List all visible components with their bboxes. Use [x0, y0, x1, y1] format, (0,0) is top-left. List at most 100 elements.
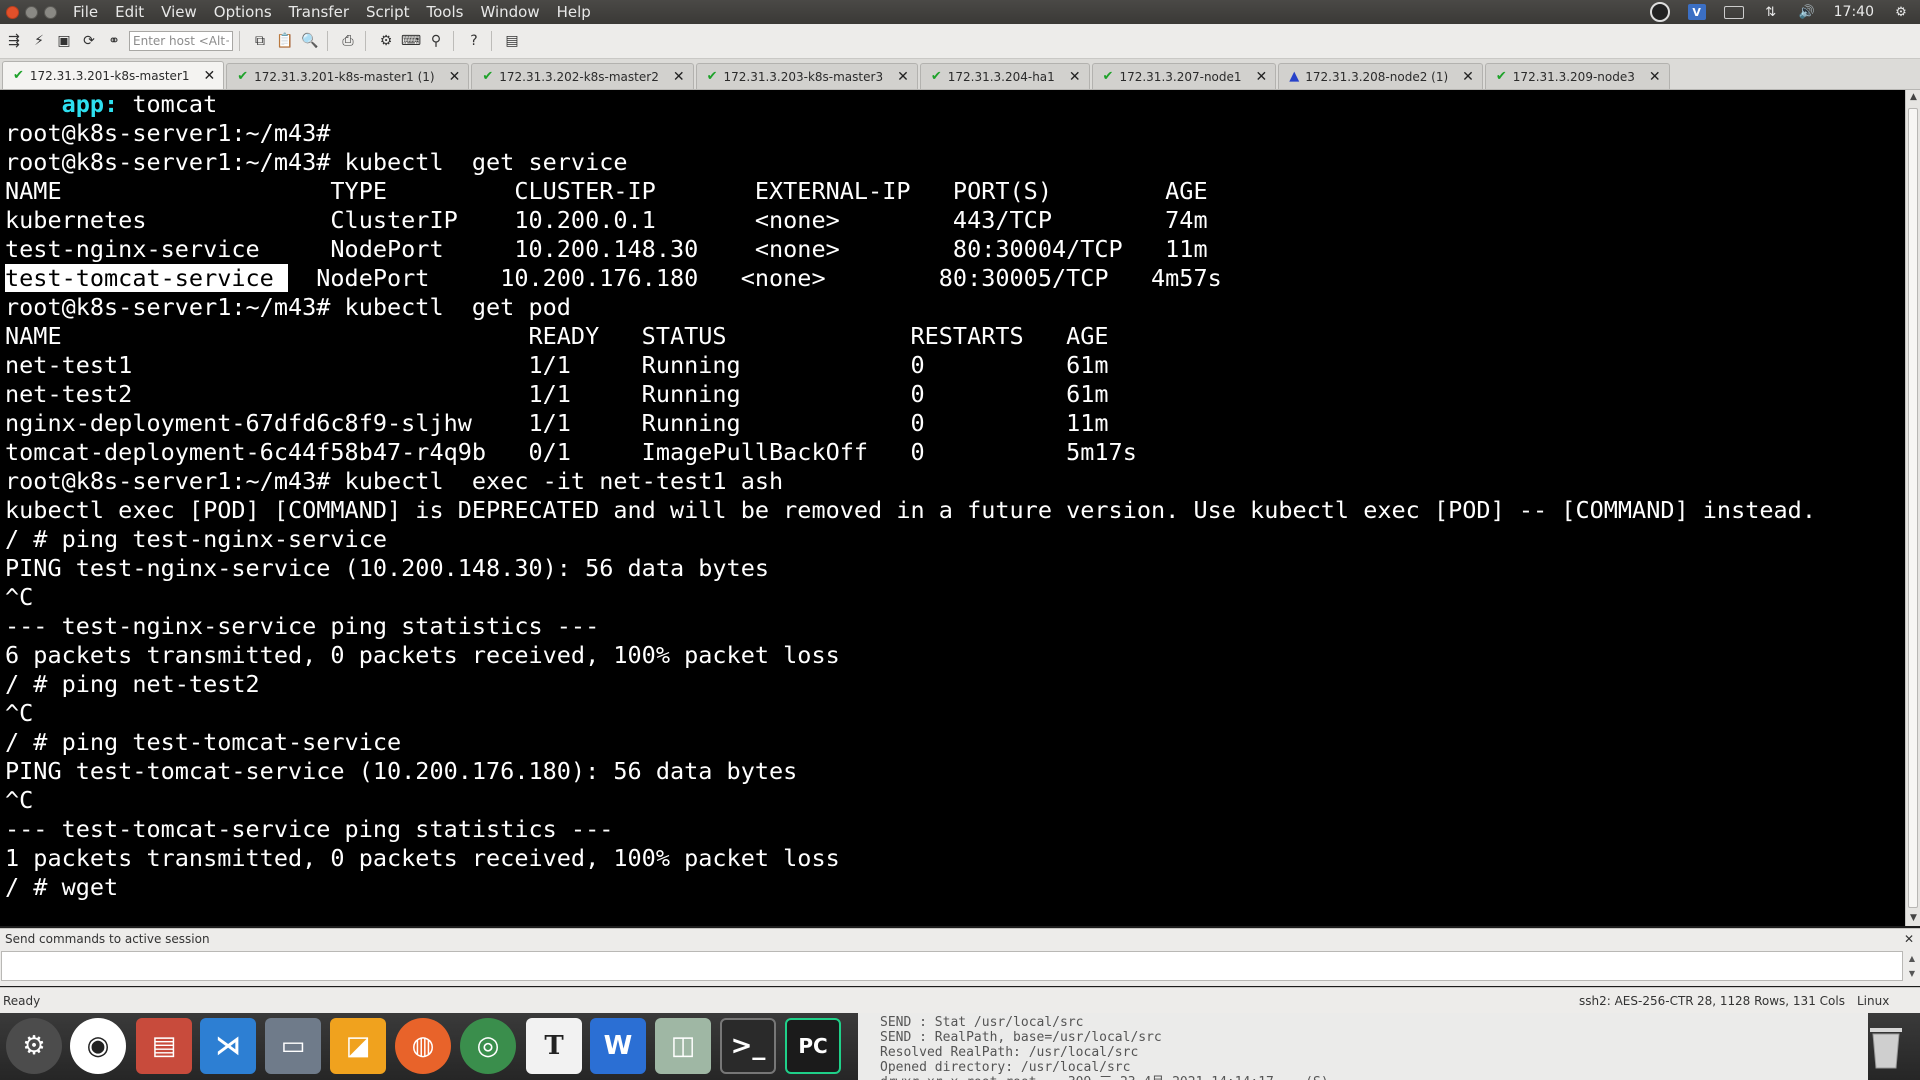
- close-window-button[interactable]: [6, 5, 19, 19]
- obs-studio-icon[interactable]: ◉: [70, 1018, 126, 1074]
- close-command-window-icon[interactable]: ✕: [1904, 929, 1914, 949]
- wps-writer-icon[interactable]: W: [590, 1018, 646, 1074]
- status-os: Linux: [1857, 994, 1890, 1008]
- session-tab[interactable]: ✔ 172.31.3.204-ha1 ✕: [919, 63, 1090, 89]
- firefox-icon[interactable]: ◍: [395, 1018, 451, 1074]
- file-transfer-icon[interactable]: ◪: [330, 1018, 386, 1074]
- keyboard-icon[interactable]: [1723, 5, 1744, 19]
- terminal-line: ^C: [5, 786, 1905, 815]
- session-options-icon[interactable]: ⚙: [375, 30, 397, 52]
- quick-connect-icon[interactable]: ⚡: [28, 30, 50, 52]
- connect-in-tab-icon[interactable]: ▣: [53, 30, 75, 52]
- toolbar-separator: [239, 31, 240, 51]
- sftp-icon[interactable]: ⚲: [425, 30, 447, 52]
- remote-desktop-icon[interactable]: ▭: [265, 1018, 321, 1074]
- session-tab[interactable]: ✔ 172.31.3.207-node1 ✕: [1091, 63, 1277, 89]
- command-scroll-arrows[interactable]: ▲ ▼: [1906, 951, 1918, 981]
- menu-options[interactable]: Options: [212, 3, 274, 21]
- menu-tools[interactable]: Tools: [425, 3, 466, 21]
- paste-icon[interactable]: 📋: [274, 30, 296, 52]
- host-input[interactable]: [129, 31, 233, 51]
- print-icon[interactable]: ⎙: [337, 30, 359, 52]
- session-tab[interactable]: ✔ 172.31.3.203-k8s-master3 ✕: [695, 63, 918, 89]
- vscode-tray-icon[interactable]: V: [1687, 4, 1706, 20]
- terminal-line-text: --- test-tomcat-service ping statistics …: [5, 815, 614, 843]
- terminal-line-text: test-nginx-service NodePort 10.200.148.3…: [5, 235, 1208, 263]
- menu-script[interactable]: Script: [364, 3, 412, 21]
- clock[interactable]: 17:40: [1834, 4, 1874, 20]
- pycharm-icon[interactable]: PC: [785, 1018, 841, 1074]
- tab-label: 172.31.3.209-node3: [1512, 69, 1635, 84]
- terminal-line: 6 packets transmitted, 0 packets receive…: [5, 641, 1905, 670]
- keymap-icon[interactable]: ⌨: [400, 30, 422, 52]
- network-icon[interactable]: ⇅: [1762, 4, 1780, 20]
- terminal-line: net-test2 1/1 Running 0 61m: [5, 380, 1905, 409]
- disconnect-icon[interactable]: ⚭: [103, 30, 125, 52]
- menu-bar: File Edit View Options Transfer Script T…: [0, 0, 1920, 24]
- terminal-line: root@k8s-server1:~/m43# kubectl get serv…: [5, 148, 1905, 177]
- terminal-line: --- test-nginx-service ping statistics -…: [5, 612, 1905, 641]
- connect-bar-icon[interactable]: ⇶: [3, 30, 25, 52]
- session-tab[interactable]: ✔ 172.31.3.201-k8s-master1 ✕: [2, 61, 225, 89]
- close-tab-icon[interactable]: ✕: [1649, 69, 1661, 85]
- session-tab[interactable]: ✔ 172.31.3.209-node3 ✕: [1484, 63, 1670, 89]
- session-tab[interactable]: ▲ 172.31.3.208-node2 (1) ✕: [1278, 63, 1483, 89]
- maximize-window-button[interactable]: [44, 5, 57, 19]
- menu-edit[interactable]: Edit: [113, 3, 146, 21]
- scroll-up-icon[interactable]: ▲: [1906, 90, 1920, 105]
- scroll-thumb[interactable]: [1908, 108, 1918, 908]
- close-tab-icon[interactable]: ✕: [897, 69, 909, 85]
- close-tab-icon[interactable]: ✕: [1256, 69, 1268, 85]
- trash-icon[interactable]: [1860, 1016, 1912, 1076]
- terminal-icon[interactable]: >_: [720, 1018, 776, 1074]
- command-input[interactable]: [1, 951, 1903, 981]
- chrome-icon[interactable]: ◎: [460, 1018, 516, 1074]
- obs-tray-icon[interactable]: [1649, 2, 1670, 22]
- system-settings-icon[interactable]: ⚙: [6, 1018, 62, 1074]
- terminal-line: NAME READY STATUS RESTARTS AGE: [5, 322, 1905, 351]
- terminal-output[interactable]: app: tomcat root@k8s-server1:~/m43# root@k…: [0, 90, 1905, 926]
- screen-icon[interactable]: ▤: [501, 30, 523, 52]
- vscode-icon[interactable]: ⋊: [200, 1018, 256, 1074]
- reconnect-icon[interactable]: ⟳: [78, 30, 100, 52]
- connected-check-icon: ✔: [1495, 69, 1507, 84]
- menu-view[interactable]: View: [159, 3, 199, 21]
- file-manager-icon[interactable]: ▤: [136, 1018, 192, 1074]
- close-tab-icon[interactable]: ✕: [449, 69, 461, 85]
- close-tab-icon[interactable]: ✕: [204, 68, 216, 84]
- terminal-line: PING test-tomcat-service (10.200.176.180…: [5, 757, 1905, 786]
- terminal-line: root@k8s-server1:~/m43# kubectl get pod: [5, 293, 1905, 322]
- close-tab-icon[interactable]: ✕: [673, 69, 685, 85]
- terminal-scrollbar[interactable]: ▲ ▼: [1905, 90, 1920, 926]
- menu-help[interactable]: Help: [555, 3, 593, 21]
- session-tab[interactable]: ✔ 172.31.3.201-k8s-master1 (1) ✕: [226, 63, 470, 89]
- help-icon[interactable]: ?: [463, 30, 485, 52]
- menu-transfer[interactable]: Transfer: [287, 3, 351, 21]
- copy-icon[interactable]: ⧉: [249, 30, 271, 52]
- text-editor-icon[interactable]: T: [526, 1018, 582, 1074]
- terminal-line-text: net-test2 1/1 Running 0 61m: [5, 380, 1109, 408]
- tab-label: 172.31.3.207-node1: [1119, 69, 1242, 84]
- menu-file[interactable]: File: [71, 3, 100, 21]
- close-tab-icon[interactable]: ✕: [1069, 69, 1081, 85]
- find-icon[interactable]: 🔍: [299, 30, 321, 52]
- toolbar-separator: [327, 31, 328, 51]
- terminal-line: / # wget: [5, 873, 1905, 902]
- terminal-line: nginx-deployment-67dfd6c8f9-sljhw 1/1 Ru…: [5, 409, 1905, 438]
- terminal-line: ^C: [5, 583, 1905, 612]
- settings-gear-icon[interactable]: ⚙: [1892, 4, 1910, 20]
- image-viewer-icon[interactable]: ◫: [655, 1018, 711, 1074]
- sftp-log-window: SEND : Stat /usr/local/src SEND : RealPat…: [858, 1013, 1868, 1080]
- terminal-line: tomcat-deployment-6c44f58b47-r4q9b 0/1 I…: [5, 438, 1905, 467]
- close-tab-icon[interactable]: ✕: [1462, 69, 1474, 85]
- terminal-line: kubernetes ClusterIP 10.200.0.1 <none> 4…: [5, 206, 1905, 235]
- terminal-line-text: PING test-nginx-service (10.200.148.30):…: [5, 554, 770, 582]
- terminal-line-text: root@k8s-server1:~/m43# kubectl get serv…: [5, 148, 628, 176]
- scroll-down-icon[interactable]: ▼: [1906, 911, 1920, 926]
- terminal-line: test-nginx-service NodePort 10.200.148.3…: [5, 235, 1905, 264]
- minimize-window-button[interactable]: [25, 5, 38, 19]
- menu-window[interactable]: Window: [478, 3, 541, 21]
- session-tab[interactable]: ✔ 172.31.3.202-k8s-master2 ✕: [471, 63, 694, 89]
- volume-icon[interactable]: 🔊: [1798, 4, 1816, 20]
- log-line: Resolved RealPath: /usr/local/src: [880, 1045, 1139, 1060]
